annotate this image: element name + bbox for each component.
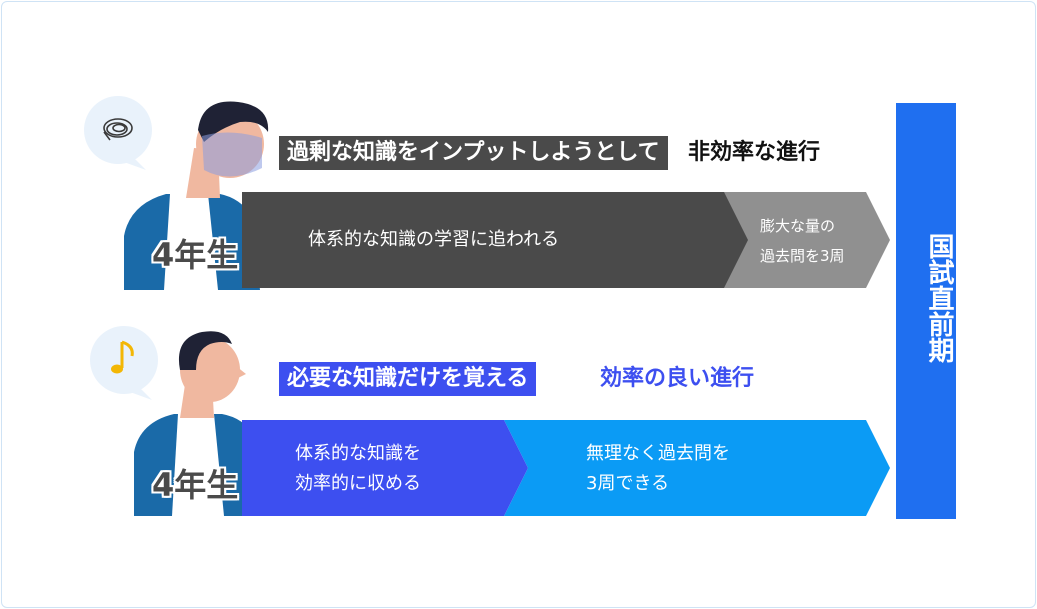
top-chevron-small-line2: 過去問を3周 bbox=[760, 247, 845, 265]
top-chevron-small bbox=[724, 192, 890, 288]
exam-period-label: 国試直前期 bbox=[924, 233, 954, 363]
bottom-grade-label: 4年生 bbox=[152, 466, 239, 504]
top-chevron-small-line1: 膨大な量の bbox=[760, 217, 836, 235]
top-grade-label: 4年生 bbox=[152, 236, 239, 274]
bottom-headline-plain: 効率の良い進行 bbox=[600, 366, 755, 391]
bottom-chevron-left bbox=[242, 420, 528, 516]
top-headline-box: 過剰な知識をインプットしようとして bbox=[279, 136, 668, 170]
bottom-chevron-right bbox=[504, 420, 890, 516]
bottom-chevron-left-line1: 体系的な知識を bbox=[295, 443, 421, 464]
bottom-headline-box: 必要な知識だけを覚える bbox=[279, 362, 537, 396]
diagram-frame: 過剰な知識をインプットしようとして 非効率な進行 体系的な知識の学習に追われる … bbox=[1, 1, 1036, 608]
bottom-chevron-shapes bbox=[242, 420, 890, 516]
top-chevron-main-text: 体系的な知識の学習に追われる bbox=[308, 229, 560, 250]
exam-period-bar: 国試直前期 bbox=[896, 103, 956, 519]
top-headline-plain: 非効率な進行 bbox=[688, 140, 821, 165]
bottom-chevron-right-line2: 3周できる bbox=[586, 473, 670, 494]
bottom-chevron-right-line1: 無理なく過去問を bbox=[586, 443, 730, 464]
bottom-chevron-left-line2: 効率的に収める bbox=[295, 473, 421, 494]
